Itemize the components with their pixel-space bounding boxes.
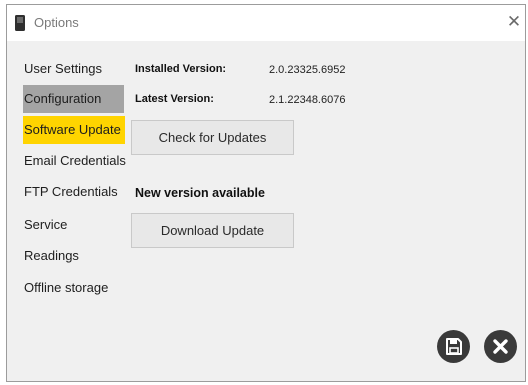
window-title: Options — [34, 15, 79, 30]
sidebar-item-email-credentials[interactable]: Email Credentials — [23, 147, 126, 175]
title-bar: Options ✕ — [7, 5, 525, 41]
latest-version-label: Latest Version: — [135, 93, 214, 105]
save-icon — [446, 338, 462, 355]
sidebar-item-readings[interactable]: Readings — [23, 242, 124, 270]
installed-version-value: 2.0.23325.6952 — [269, 64, 346, 76]
installed-version-label: Installed Version: — [135, 63, 227, 75]
window-close-icon[interactable]: ✕ — [505, 11, 523, 33]
close-icon — [493, 339, 508, 354]
options-window: Options ✕ User Settings Configuration So… — [6, 4, 526, 382]
sidebar-item-offline-storage[interactable]: Offline storage — [23, 274, 124, 302]
update-status-text: New version available — [135, 186, 265, 200]
latest-version-value: 2.1.22348.6076 — [269, 94, 346, 106]
close-button[interactable] — [484, 330, 517, 363]
sidebar-item-software-update[interactable]: Software Update — [23, 116, 125, 144]
save-button[interactable] — [437, 330, 470, 363]
sidebar-item-service[interactable]: Service — [23, 211, 124, 239]
sidebar-item-configuration[interactable]: Configuration — [23, 85, 124, 113]
sidebar-item-user-settings[interactable]: User Settings — [23, 55, 124, 83]
check-for-updates-button[interactable]: Check for Updates — [131, 120, 294, 155]
download-update-button[interactable]: Download Update — [131, 213, 294, 248]
device-icon — [15, 15, 25, 31]
sidebar-item-ftp-credentials[interactable]: FTP Credentials — [23, 178, 124, 206]
